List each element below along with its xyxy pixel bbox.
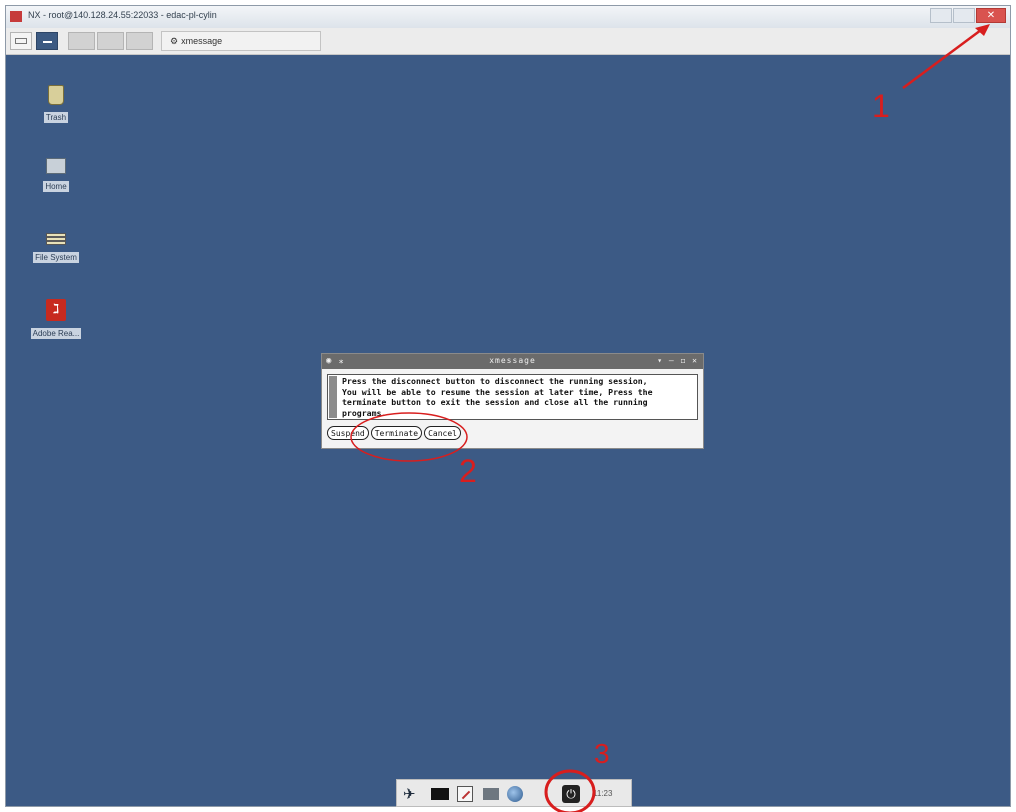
show-desktop-icon[interactable]	[10, 32, 32, 50]
terminate-button[interactable]: Terminate	[370, 426, 423, 440]
message-line: You will be able to resume the session a…	[342, 386, 653, 397]
desktop-icon-adobe-reader[interactable]: ℷ Adobe Rea...	[24, 299, 88, 340]
taskbar-item-xmessage[interactable]: ⚙ xmessage	[161, 31, 321, 51]
close-button[interactable]: ✕	[976, 8, 1006, 23]
message-line: terminate button to exit the session and…	[342, 397, 648, 407]
gear-icon: ⚙	[170, 36, 179, 46]
workspace-2-button[interactable]	[97, 32, 124, 50]
annotation-label-1: 1	[872, 88, 890, 124]
desktop-icon-file-system[interactable]: File System	[24, 233, 88, 264]
clock: 11:23	[593, 789, 613, 798]
nx-logo-icon	[10, 11, 22, 22]
text-editor-icon[interactable]	[457, 786, 473, 802]
window-title: NX - root@140.128.24.55:22033 - edac-pl-…	[28, 10, 217, 20]
cancel-button[interactable]: Cancel	[424, 426, 461, 440]
web-browser-icon[interactable]	[507, 786, 523, 802]
desktop-icon-label: Trash	[43, 112, 69, 123]
dialog-message: Press the disconnect button to disconnec…	[327, 374, 698, 420]
annotation-label-3: 3	[594, 738, 610, 769]
message-line: Press the disconnect button to disconnec…	[342, 376, 648, 386]
dialog-window-controls[interactable]: ▾ – ◻ ✕	[657, 356, 698, 365]
power-icon[interactable]: ⏻	[562, 785, 580, 803]
desktop-icon-label: File System	[33, 252, 79, 263]
dialog-titlebar[interactable]: ◉ ⁎ xmessage ▾ – ◻ ✕	[322, 354, 703, 369]
adobe-reader-icon: ℷ	[46, 299, 66, 321]
taskbar-item-label: xmessage	[181, 36, 223, 46]
minimize-button[interactable]	[930, 8, 952, 23]
maximize-button[interactable]	[953, 8, 975, 23]
home-folder-icon	[46, 158, 66, 174]
workspace-1-button[interactable]	[68, 32, 95, 50]
desktop-icon-trash[interactable]: Trash	[36, 85, 76, 124]
dialog-buttons: Suspend Terminate Cancel	[327, 426, 461, 440]
terminal-icon[interactable]	[431, 788, 449, 800]
minimize-all-icon[interactable]	[36, 32, 58, 50]
annotation-label-2: 2	[459, 453, 477, 489]
desktop-icon-label: Home	[43, 181, 69, 192]
desktop-icon-label: Adobe Rea...	[30, 328, 82, 339]
message-line: programs.	[342, 407, 387, 418]
desktop-icon-home[interactable]: Home	[36, 158, 76, 193]
dialog-title: xmessage	[489, 356, 536, 365]
window-titlebar[interactable]: NX - root@140.128.24.55:22033 - edac-pl-…	[6, 6, 1010, 29]
suspend-button[interactable]: Suspend	[327, 426, 369, 440]
xmessage-dialog: ◉ ⁎ xmessage ▾ – ◻ ✕ Press the disconnec…	[321, 353, 704, 449]
drive-icon	[46, 233, 66, 245]
bottom-dock: ✈ ⏻ 11:23	[396, 779, 632, 807]
window-controls: ✕	[930, 8, 1006, 24]
trash-icon	[48, 85, 64, 105]
file-manager-icon[interactable]	[483, 788, 499, 800]
nx-client-window: NX - root@140.128.24.55:22033 - edac-pl-…	[5, 5, 1011, 807]
bird-launcher-icon[interactable]: ✈	[403, 786, 419, 802]
desktop: Trash Home File System ℷ Adobe Rea... ◉ …	[6, 55, 1010, 806]
remote-top-panel: ⚙ xmessage	[6, 28, 1010, 55]
workspace-3-button[interactable]	[126, 32, 153, 50]
